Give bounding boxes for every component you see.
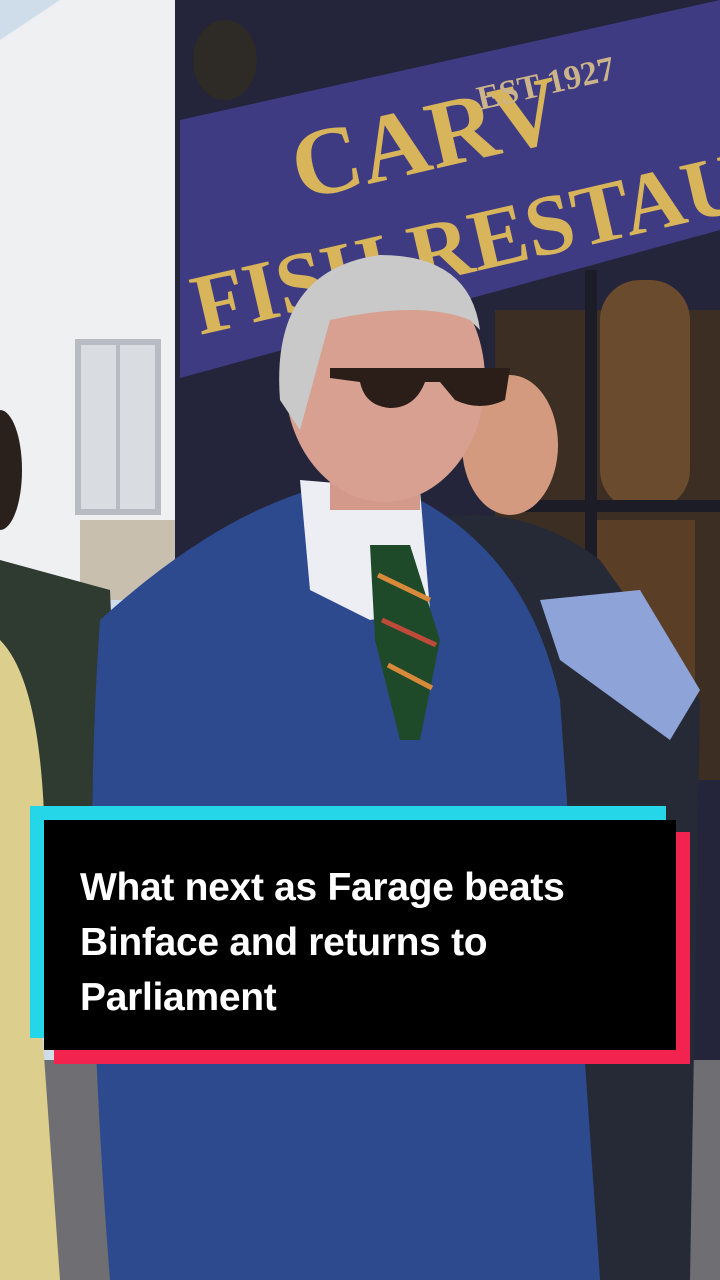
scene-photo: CARV EST 1927 FISH RESTAU [0, 0, 720, 1280]
wall-lamp [193, 20, 257, 100]
window-pane [600, 280, 690, 510]
caption-text: What next as Farage beats Binface and re… [80, 866, 565, 1019]
video-frame[interactable]: CARV EST 1927 FISH RESTAU What next as F… [0, 0, 720, 1280]
caption-box: What next as Farage beats Binface and re… [44, 820, 676, 1050]
caption-overlay: What next as Farage beats Binface and re… [30, 806, 690, 1064]
